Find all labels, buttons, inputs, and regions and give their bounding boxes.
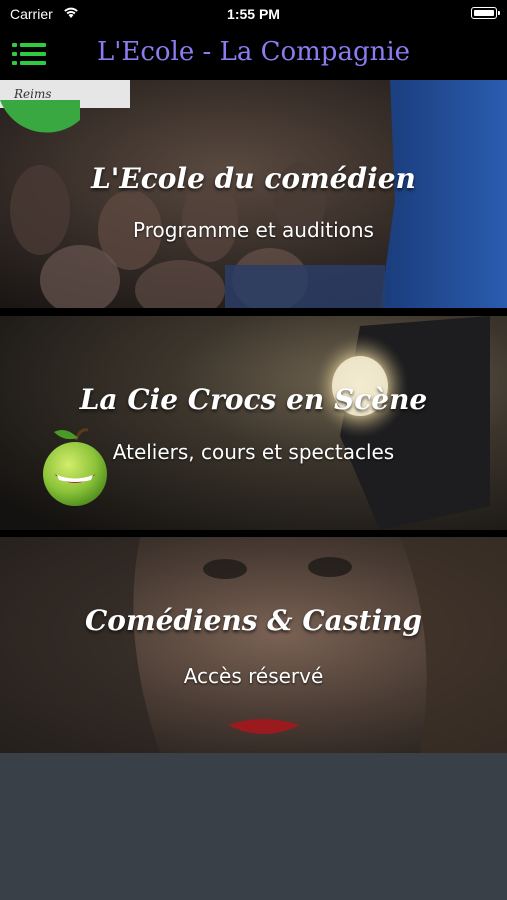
card-subtitle: Ateliers, cours et spectacles <box>112 440 395 464</box>
card-ecole-du-comedien[interactable]: Reims L'Ecole du comédien Programme et a… <box>0 80 507 308</box>
logo-text: Reims <box>13 87 52 101</box>
card-subtitle: Programme et auditions <box>133 218 374 242</box>
app-title: L'Ecole - La Compagnie <box>96 37 411 67</box>
card-cie-crocs-en-scene[interactable]: La Cie Crocs en Scène Ateliers, cours et… <box>0 316 507 530</box>
status-bar: Carrier 1:55 PM <box>0 0 507 28</box>
card-title: L'Ecole du comédien <box>91 162 416 195</box>
apple-logo-icon <box>43 428 107 506</box>
card-title: La Cie Crocs en Scène <box>79 383 428 416</box>
status-time: 1:55 PM <box>227 6 280 22</box>
hamburger-menu-icon <box>12 43 46 65</box>
menu-button[interactable] <box>12 40 46 68</box>
portrait-background-image <box>0 537 507 753</box>
card-subtitle: Accès réservé <box>183 664 324 688</box>
card-title: Comédiens & Casting <box>84 604 423 637</box>
card-comediens-casting[interactable]: Comédiens & Casting Accès réservé <box>0 537 507 753</box>
nav-bar: L'Ecole - La Compagnie <box>0 28 507 80</box>
empty-footer-area <box>0 753 507 900</box>
battery-icon <box>471 7 500 19</box>
